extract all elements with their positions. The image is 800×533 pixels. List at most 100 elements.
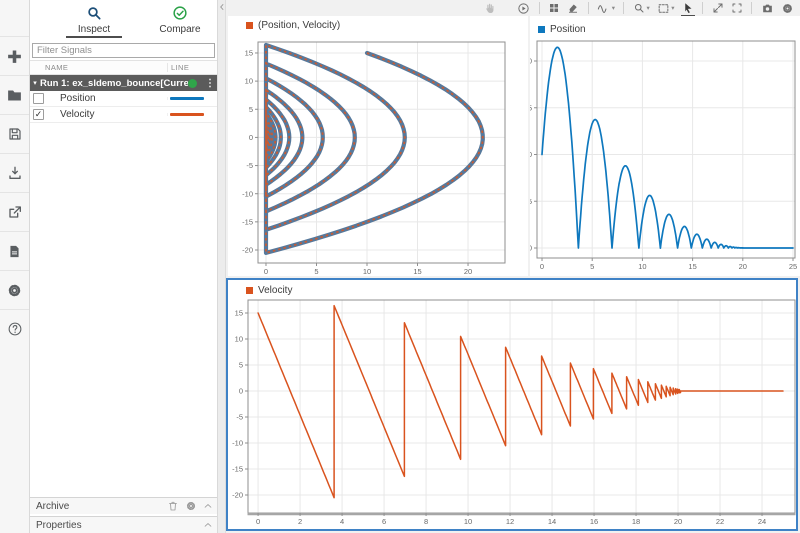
position-plot-legend: Position	[538, 24, 586, 35]
expand-icon	[712, 2, 724, 14]
run-row[interactable]: ▾ Run 1: ex_sldemo_bounce[Current] ⋮	[30, 75, 217, 91]
select-cursor-button[interactable]	[682, 2, 694, 14]
browser-tabs: Inspect Compare	[30, 0, 217, 40]
signal-display-button[interactable]: ▾	[597, 2, 615, 15]
svg-text:0: 0	[239, 387, 243, 396]
svg-text:10: 10	[464, 517, 472, 526]
magnifier-icon	[86, 5, 102, 21]
svg-text:-5: -5	[246, 161, 253, 170]
preferences-button[interactable]	[0, 271, 29, 310]
export-button[interactable]	[0, 193, 29, 232]
svg-text:10: 10	[235, 335, 243, 344]
toolbar-divider	[539, 2, 540, 14]
svg-text:-10: -10	[242, 189, 253, 198]
properties-label: Properties	[34, 520, 197, 531]
phase-plot-panel[interactable]: (Position, Velocity) 05101520-20-15-10-5…	[228, 16, 528, 276]
svg-text:10: 10	[638, 262, 646, 271]
svg-text:5: 5	[239, 361, 243, 370]
clear-plots-button[interactable]	[567, 2, 579, 14]
signal-browser-panel: Inspect Compare NAME LINE ▾ Run 1: ex_sl…	[30, 0, 218, 533]
legend-label: Velocity	[258, 285, 292, 296]
filter-signals-input[interactable]	[32, 43, 215, 58]
velocity-plot-chart[interactable]: 024681012141618202224-20-15-10-5051015	[228, 280, 796, 529]
signal-name: Velocity	[44, 109, 167, 120]
chevron-up-icon[interactable]	[203, 520, 213, 530]
open-button[interactable]	[0, 76, 29, 115]
svg-text:22: 22	[716, 517, 724, 526]
svg-text:5: 5	[314, 267, 318, 276]
plot-toolbar: ▾ ▾ ▾	[226, 0, 800, 16]
chevron-up-icon[interactable]	[203, 501, 213, 511]
svg-text:8: 8	[424, 517, 428, 526]
svg-text:-15: -15	[242, 217, 253, 226]
table-row-velocity[interactable]: Velocity	[30, 107, 217, 123]
toolbar-divider	[623, 2, 624, 14]
import-button[interactable]	[0, 154, 29, 193]
gear-icon[interactable]	[185, 500, 197, 512]
new-button[interactable]	[0, 37, 29, 76]
replay-button[interactable]	[517, 2, 530, 15]
signal-line-cell	[167, 97, 217, 100]
plot-area: ▾ ▾ ▾ (Position, Velocity) 05101520-20-1…	[226, 0, 800, 533]
kebab-menu-icon[interactable]: ⋮	[203, 78, 217, 89]
fit-to-view-button[interactable]: ▾	[657, 2, 675, 15]
column-name: NAME	[30, 63, 167, 72]
svg-text:-10: -10	[232, 439, 243, 448]
svg-text:-5: -5	[236, 413, 243, 422]
hand-icon	[483, 2, 496, 15]
position-checkbox[interactable]	[33, 93, 44, 104]
phase-plot-chart[interactable]: 05101520-20-15-10-5051015	[228, 16, 528, 276]
legend-label: (Position, Velocity)	[258, 20, 340, 31]
position-plot-panel[interactable]: Position 051015202505101520	[530, 16, 800, 276]
caret-down-icon[interactable]: ▾	[30, 79, 40, 87]
plot-settings-button[interactable]	[781, 2, 794, 15]
report-button[interactable]	[0, 232, 29, 271]
tab-compare[interactable]: Compare	[144, 0, 216, 40]
archive-section-header[interactable]: Archive	[30, 497, 217, 514]
pan-hand-button[interactable]	[483, 2, 496, 15]
svg-text:-20: -20	[232, 491, 243, 500]
sidebar-collapse-handle[interactable]	[218, 0, 226, 533]
fullscreen-icon	[731, 2, 743, 14]
svg-text:20: 20	[464, 267, 472, 276]
tab-inspect[interactable]: Inspect	[58, 0, 130, 40]
legend-swatch	[538, 26, 545, 33]
chevron-left-icon[interactable]	[218, 3, 226, 11]
svg-text:20: 20	[674, 517, 682, 526]
toolbar-divider	[751, 2, 752, 14]
svg-text:2: 2	[298, 517, 302, 526]
velocity-checkbox[interactable]	[33, 109, 44, 120]
table-row-position[interactable]: Position	[30, 91, 217, 107]
velocity-line-swatch	[170, 113, 204, 116]
simulation-data-inspector-window: { "app": {"name": "Simulation Data Inspe…	[0, 0, 800, 533]
svg-text:15: 15	[530, 103, 532, 112]
trash-icon[interactable]	[167, 500, 179, 512]
fit-view-icon	[657, 2, 670, 15]
run-status-dot	[188, 79, 197, 88]
svg-text:0: 0	[249, 133, 253, 142]
expand-button[interactable]	[712, 2, 724, 14]
properties-section-header[interactable]: Properties	[30, 516, 217, 533]
fullscreen-button[interactable]	[731, 2, 743, 14]
velocity-plot-legend: Velocity	[246, 285, 292, 296]
help-button[interactable]	[0, 310, 29, 348]
zoom-button[interactable]: ▾	[633, 2, 650, 14]
svg-text:10: 10	[245, 77, 253, 86]
snapshot-button[interactable]	[761, 2, 774, 15]
velocity-plot-panel-selected[interactable]: Velocity 024681012141618202224-20-15-10-…	[226, 278, 798, 531]
svg-text:5: 5	[530, 197, 532, 206]
toolbar-divider	[588, 2, 589, 14]
signal-table-header: NAME LINE	[30, 60, 217, 75]
save-button[interactable]	[0, 115, 29, 154]
svg-text:14: 14	[548, 517, 556, 526]
svg-text:12: 12	[506, 517, 514, 526]
position-plot-chart[interactable]: 051015202505101520	[530, 16, 800, 276]
chevron-down-icon: ▾	[612, 4, 615, 12]
folder-icon	[6, 87, 23, 104]
chevron-down-icon: ▾	[646, 4, 649, 12]
play-circle-icon	[517, 2, 530, 15]
filter-row	[30, 40, 217, 60]
layout-button[interactable]	[548, 2, 560, 14]
gear-icon	[781, 2, 794, 15]
svg-text:18: 18	[632, 517, 640, 526]
